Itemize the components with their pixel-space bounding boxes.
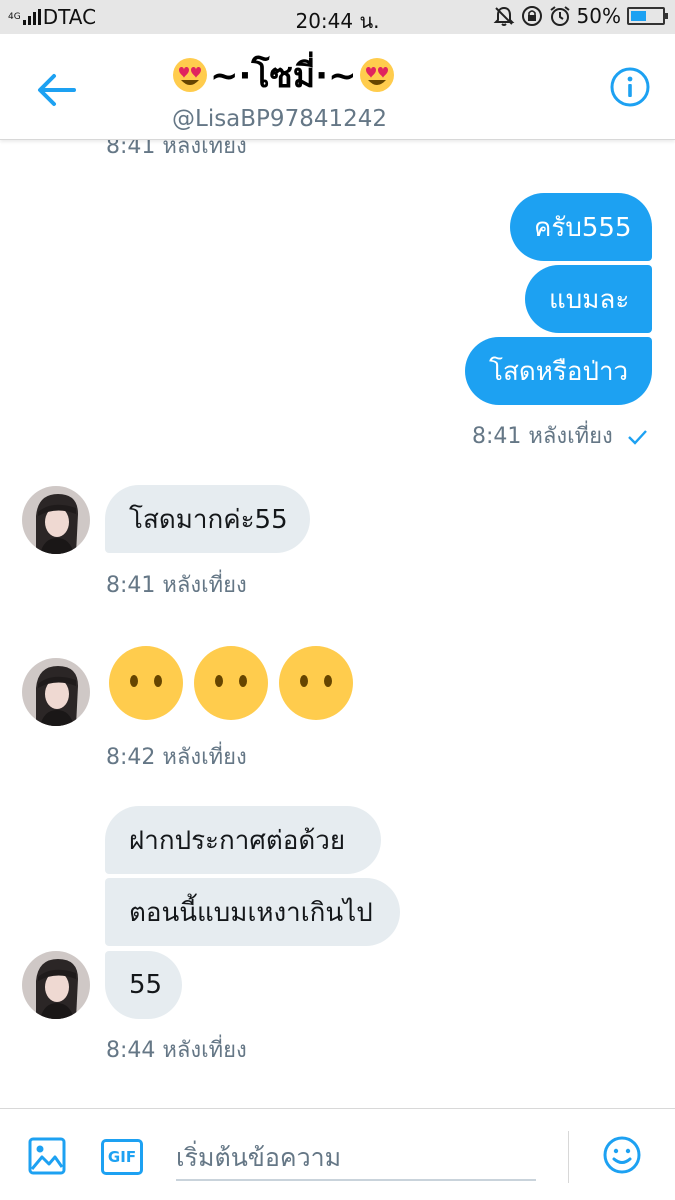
- message-text: ครับ555: [534, 212, 632, 243]
- heart-eyes-emoji-icon: [359, 58, 394, 92]
- message-text: โสดมากค่ะ55: [129, 504, 288, 535]
- info-icon[interactable]: [609, 66, 651, 108]
- message-text: โสดหรือป่าว: [489, 356, 629, 387]
- received-timestamp: 8:41 หลังเที่ยง: [106, 573, 247, 598]
- display-name: ~·โซมี่·~: [210, 56, 357, 96]
- received-timestamp: 8:44 หลังเที่ยง: [106, 1038, 247, 1063]
- image-icon[interactable]: [28, 1137, 66, 1175]
- sent-message[interactable]: ครับ555: [510, 193, 652, 261]
- conversation-header: ~·โซมี่·~ @LisaBP97841242: [0, 34, 675, 140]
- sent-message[interactable]: แบมละ: [525, 265, 652, 333]
- message-text: ตอนนี้แบมเหงาเกินไป: [129, 897, 373, 928]
- face-without-mouth-emoji-icon: [279, 646, 353, 720]
- emoji-smile-icon[interactable]: [602, 1135, 642, 1175]
- face-without-mouth-emoji-icon: [194, 646, 268, 720]
- user-handle: @LisaBP97841242: [172, 106, 387, 132]
- received-timestamp: 8:42 หลังเที่ยง: [106, 745, 247, 770]
- checkmark-icon: [627, 430, 647, 445]
- received-message[interactable]: ฝากประกาศต่อด้วย: [105, 806, 381, 874]
- timestamp-text: 8:41 หลังเที่ยง: [472, 424, 613, 449]
- received-message[interactable]: โสดมากค่ะ55: [105, 485, 310, 553]
- battery-icon: [627, 7, 668, 25]
- status-icons: 50%: [493, 4, 668, 28]
- rotation-lock-icon: [521, 6, 542, 26]
- avatar[interactable]: [22, 658, 90, 726]
- received-message[interactable]: ตอนนี้แบมเหงาเกินไป: [105, 878, 400, 946]
- avatar[interactable]: [22, 486, 90, 554]
- message-text: ฝากประกาศต่อด้วย: [129, 825, 346, 856]
- conversation-title-block[interactable]: ~·โซมี่·~ @LisaBP97841242: [172, 48, 395, 132]
- avatar[interactable]: [22, 951, 90, 1019]
- arrow-left-icon[interactable]: [34, 70, 78, 110]
- status-bar: 4G DTAC 20:44 น. 50%: [0, 0, 675, 34]
- face-without-mouth-emoji-icon: [109, 646, 183, 720]
- message-text: 55: [129, 970, 163, 1000]
- alarm-icon: [549, 6, 570, 26]
- sent-timestamp: 8:41 หลังเที่ยง: [472, 418, 648, 453]
- divider: [568, 1131, 569, 1183]
- gif-button[interactable]: GIF: [101, 1139, 143, 1175]
- battery-fill: [631, 11, 646, 21]
- sent-message[interactable]: โสดหรือป่าว: [465, 337, 652, 405]
- mute-bell-icon: [493, 6, 514, 26]
- message-composer: GIF: [0, 1108, 675, 1200]
- message-text: แบมละ: [549, 284, 630, 315]
- conversation-title: ~·โซมี่·~: [172, 48, 395, 102]
- received-message[interactable]: 55: [105, 951, 182, 1019]
- heart-eyes-emoji-icon: [173, 58, 207, 92]
- battery-percent: 50%: [576, 4, 621, 28]
- message-input[interactable]: [176, 1135, 536, 1181]
